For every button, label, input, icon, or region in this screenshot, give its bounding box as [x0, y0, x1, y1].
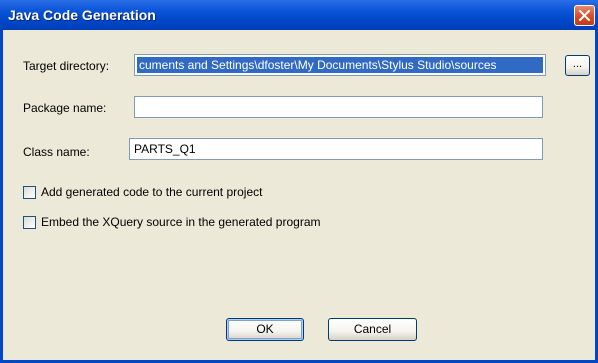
browse-button[interactable]: ...: [565, 55, 590, 76]
target-directory-value: cuments and Settings\dfoster\My Document…: [137, 57, 543, 73]
add-to-project-checkbox[interactable]: [23, 185, 36, 199]
class-name-label: Class name:: [23, 145, 90, 159]
dialog-title: Java Code Generation: [8, 7, 156, 23]
add-to-project-option[interactable]: Add generated code to the current projec…: [23, 184, 262, 200]
cancel-button[interactable]: Cancel: [328, 318, 417, 341]
package-name-field[interactable]: [134, 96, 543, 118]
embed-xquery-label: Embed the XQuery source in the generated…: [41, 215, 321, 229]
close-icon: [579, 10, 590, 21]
add-to-project-label: Add generated code to the current projec…: [41, 185, 263, 199]
java-code-generation-dialog: Java Code Generation Target directory: c…: [0, 0, 598, 363]
target-directory-label: Target directory:: [23, 59, 110, 73]
class-name-field[interactable]: [129, 138, 543, 160]
title-bar[interactable]: Java Code Generation: [0, 0, 598, 30]
package-name-label: Package name:: [23, 101, 107, 115]
close-button[interactable]: [574, 5, 595, 26]
embed-xquery-option[interactable]: Embed the XQuery source in the generated…: [23, 214, 321, 230]
ok-button[interactable]: OK: [226, 318, 304, 341]
target-directory-field[interactable]: cuments and Settings\dfoster\My Document…: [134, 54, 546, 76]
embed-xquery-checkbox[interactable]: [23, 215, 36, 229]
window-frame-left: [0, 30, 3, 363]
